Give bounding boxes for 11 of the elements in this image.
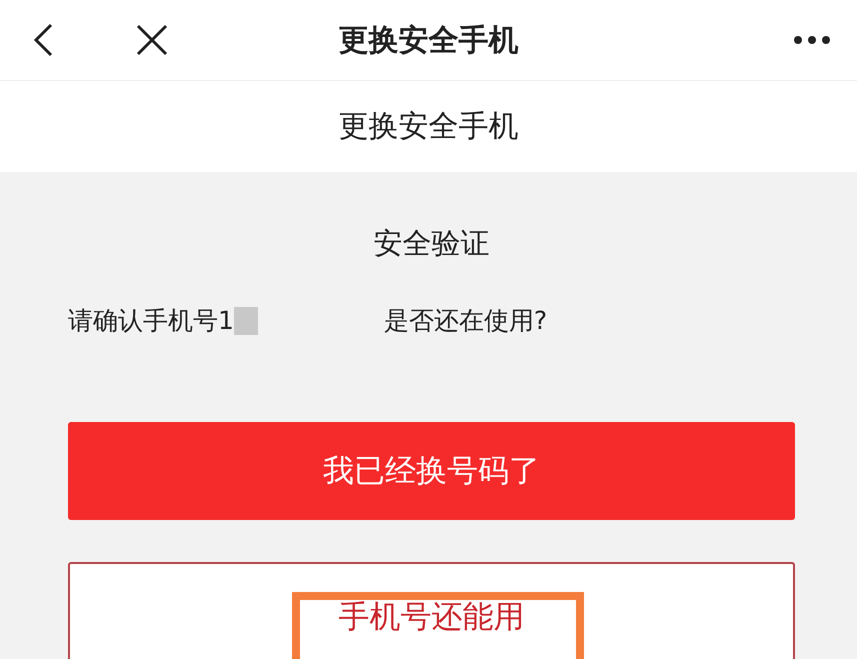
more-icon[interactable] (794, 36, 830, 44)
window-title: 更换安全手机 (338, 22, 518, 60)
changed-number-button[interactable]: 我已经换号码了 (68, 422, 795, 520)
page-title: 更换安全手机 (338, 108, 518, 146)
close-icon[interactable] (136, 24, 168, 56)
section-title: 安全验证 (372, 225, 490, 262)
question-text: 请确认手机号1 (68, 305, 234, 337)
question-text: 是否还在使用? (384, 305, 548, 337)
back-icon[interactable] (32, 23, 54, 57)
keep-number-button[interactable]: 手机号还能用 (68, 562, 795, 659)
redaction-block (234, 306, 258, 334)
